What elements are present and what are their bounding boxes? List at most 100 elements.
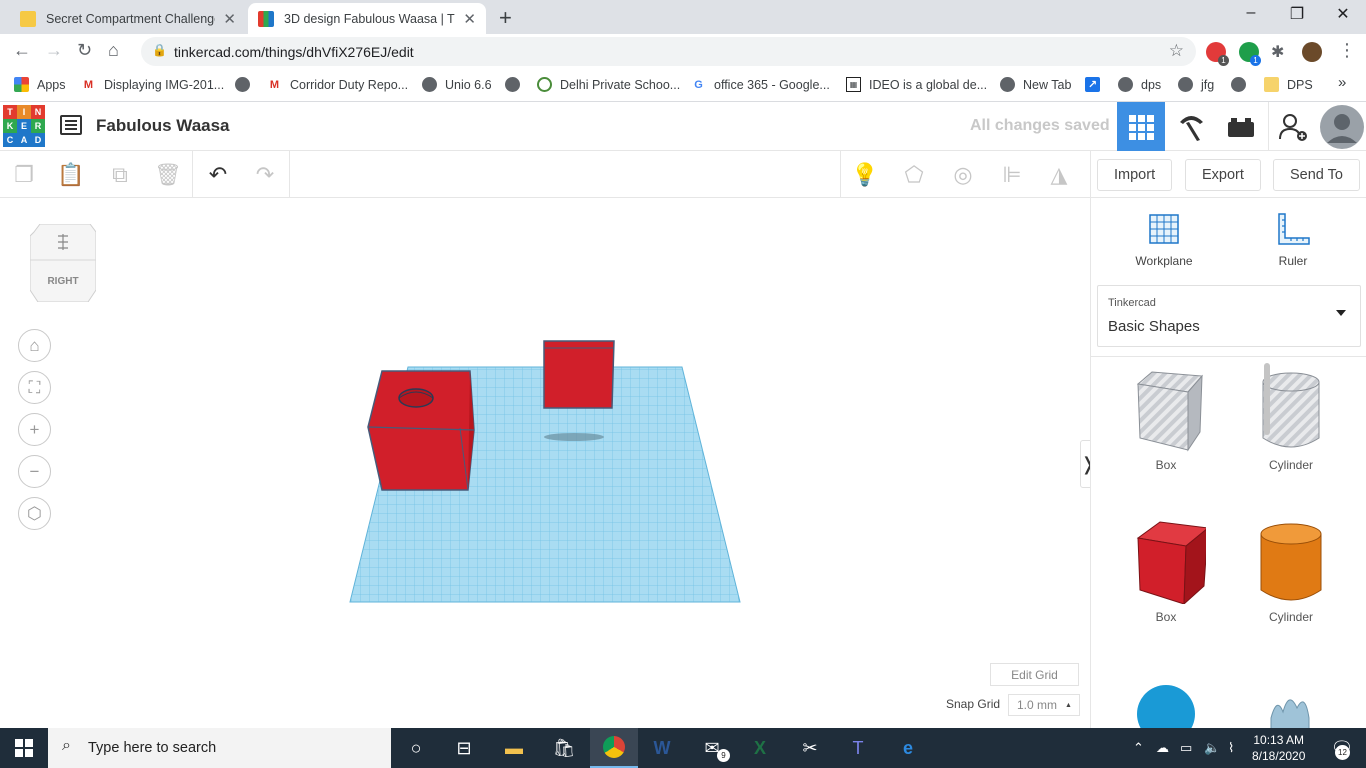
- store-icon[interactable]: 🛍: [540, 728, 588, 768]
- word-icon[interactable]: W: [638, 728, 686, 768]
- bookmark-star-icon[interactable]: ☆: [1169, 41, 1184, 61]
- logo-letter: I: [17, 105, 31, 119]
- logo-letter: T: [3, 105, 17, 119]
- close-icon[interactable]: ✕: [463, 10, 476, 28]
- tray-chevron-up-icon[interactable]: ⌃: [1133, 740, 1144, 756]
- undo-icon[interactable]: ↶: [204, 161, 232, 189]
- wifi-icon[interactable]: ⌇: [1228, 740, 1234, 756]
- shape-shadow: [544, 433, 604, 441]
- mail-icon[interactable]: ✉: [688, 728, 736, 768]
- url-text[interactable]: tinkercad.com/things/dhVfiX276EJ/edit: [174, 44, 414, 60]
- 3d-workspace[interactable]: RIGHT ⌂ ⛶ + − ⬡ Edit Grid Snap Grid 1.0 …: [0, 198, 1090, 728]
- excel-icon[interactable]: X: [736, 728, 784, 768]
- bookmark-displaying-img[interactable]: M Displaying IMG-201...: [81, 77, 224, 92]
- design-list-icon[interactable]: [60, 115, 82, 135]
- minimize-button[interactable]: –: [1228, 4, 1274, 22]
- export-button[interactable]: Export: [1185, 159, 1261, 191]
- bookmark-globe-2[interactable]: [505, 77, 528, 92]
- shape-cylinder-solid[interactable]: Cylinder: [1241, 520, 1341, 624]
- edit-grid-button[interactable]: Edit Grid: [990, 663, 1079, 686]
- extensions-puzzle-icon[interactable]: ✱: [1271, 42, 1284, 62]
- home-icon[interactable]: ⌂: [108, 40, 119, 61]
- bookmark-label: office 365 - Google...: [714, 77, 830, 92]
- align-icon[interactable]: ⊫: [998, 161, 1026, 189]
- onedrive-cloud-icon[interactable]: ☁: [1156, 740, 1169, 756]
- shape-cylinder-hole[interactable]: Cylinder: [1241, 370, 1341, 472]
- back-icon[interactable]: ←: [13, 40, 31, 61]
- notes-lightbulb-icon[interactable]: 💡: [851, 161, 879, 189]
- library-selected: Basic Shapes: [1108, 318, 1200, 335]
- copy-icon[interactable]: ❐: [10, 161, 38, 189]
- chrome-taskbar-icon[interactable]: [590, 728, 638, 768]
- shape-box-hole[interactable]: Box: [1116, 370, 1216, 472]
- close-window-button[interactable]: ✕: [1320, 4, 1366, 24]
- delete-icon[interactable]: 🗑: [154, 161, 182, 189]
- import-button[interactable]: Import: [1097, 159, 1173, 191]
- save-status: All changes saved: [970, 117, 1110, 134]
- close-icon[interactable]: ✕: [223, 10, 236, 28]
- teams-icon[interactable]: T: [834, 728, 882, 768]
- bookmark-dps-lower[interactable]: dps: [1118, 77, 1161, 92]
- address-bar[interactable]: 🔒 tinkercad.com/things/dhVfiX276EJ/edit …: [141, 37, 1196, 66]
- ungroup-icon[interactable]: ◎: [949, 161, 977, 189]
- bricks-button[interactable]: [1217, 102, 1265, 151]
- workplane-scene[interactable]: [0, 198, 1090, 728]
- taskbar-search[interactable]: ⌕ Type here to search: [48, 728, 391, 768]
- paste-icon[interactable]: 📋: [57, 161, 85, 189]
- new-tab-button[interactable]: +: [499, 5, 512, 31]
- bookmark-corridor-duty[interactable]: M Corridor Duty Repo...: [267, 77, 408, 92]
- battery-icon[interactable]: ▭: [1180, 740, 1192, 756]
- maximize-button[interactable]: ❐: [1274, 4, 1320, 24]
- redo-icon[interactable]: ↷: [251, 161, 279, 189]
- bookmark-label: Displaying IMG-201...: [104, 77, 225, 92]
- bookmark-delhi-private-school[interactable]: Delhi Private Schoo...: [537, 77, 680, 92]
- start-button[interactable]: [0, 728, 48, 768]
- tab-3d-design[interactable]: 3D design Fabulous Waasa | Tink ✕: [248, 3, 486, 34]
- workplane-tool[interactable]: Workplane: [1119, 212, 1209, 268]
- edge-icon[interactable]: e: [884, 728, 932, 768]
- task-view-icon[interactable]: ⊟: [440, 728, 488, 768]
- bookmark-label: New Tab: [1023, 77, 1072, 92]
- chrome-menu-icon[interactable]: ⋮: [1338, 40, 1356, 61]
- bookmark-shortcut[interactable]: ↗: [1085, 77, 1108, 92]
- snipping-tool-icon[interactable]: ✂: [786, 728, 834, 768]
- bookmark-office-365[interactable]: G office 365 - Google...: [691, 77, 830, 92]
- tinkercad-logo[interactable]: T I N K E R C A D: [3, 105, 45, 147]
- ruler-tool[interactable]: Ruler: [1248, 212, 1338, 268]
- bookmark-globe[interactable]: [235, 77, 258, 92]
- shape-box-solid[interactable]: Box: [1116, 520, 1216, 624]
- cortana-icon[interactable]: ○: [392, 728, 440, 768]
- bookmark-unio[interactable]: Unio 6.6: [422, 77, 492, 92]
- group-icon[interactable]: ⬠: [900, 161, 928, 189]
- shape-library-dropdown[interactable]: Tinkercad Basic Shapes: [1097, 285, 1361, 347]
- 3d-view-button[interactable]: [1117, 102, 1165, 151]
- bookmark-globe-3[interactable]: [1231, 77, 1254, 92]
- profile-button[interactable]: [1318, 102, 1366, 151]
- bookmark-ideo[interactable]: ▦ IDEO is a global de...: [846, 77, 987, 92]
- send-to-button[interactable]: Send To: [1273, 159, 1360, 191]
- forward-icon[interactable]: →: [45, 40, 63, 61]
- ruler-label: Ruler: [1278, 254, 1308, 268]
- mirror-icon[interactable]: ◮: [1045, 161, 1073, 189]
- invite-user-button[interactable]: [1268, 102, 1316, 151]
- shape-label: Cylinder: [1268, 458, 1313, 472]
- profile-avatar[interactable]: [1302, 42, 1322, 62]
- design-title[interactable]: Fabulous Waasa: [96, 116, 230, 136]
- bookmark-dps-folder[interactable]: DPS: [1264, 77, 1313, 92]
- bookmark-jfg[interactable]: jfg: [1178, 77, 1214, 92]
- file-explorer-icon[interactable]: ▬: [490, 728, 538, 768]
- bookmark-new-tab[interactable]: New Tab: [1000, 77, 1071, 92]
- bookmarks-overflow-button[interactable]: »: [1338, 74, 1346, 91]
- panel-scrollbar[interactable]: [1264, 363, 1270, 435]
- mail-badge: 9: [717, 749, 730, 762]
- shape-sphere[interactable]: [1116, 678, 1216, 728]
- bookmark-apps[interactable]: Apps: [14, 77, 66, 92]
- duplicate-icon[interactable]: ⧉: [106, 161, 134, 189]
- reload-icon[interactable]: ↻: [77, 40, 92, 61]
- snap-grid-select[interactable]: 1.0 mm: [1008, 694, 1080, 716]
- tab-secret-compartment[interactable]: Secret Compartment Challenge - ✕: [10, 3, 246, 34]
- system-clock[interactable]: 10:13 AM 8/18/2020: [1252, 732, 1305, 764]
- shape-scribble[interactable]: [1241, 678, 1341, 728]
- volume-mute-icon[interactable]: 🔈: [1204, 740, 1220, 756]
- codeblocks-button[interactable]: [1167, 102, 1215, 151]
